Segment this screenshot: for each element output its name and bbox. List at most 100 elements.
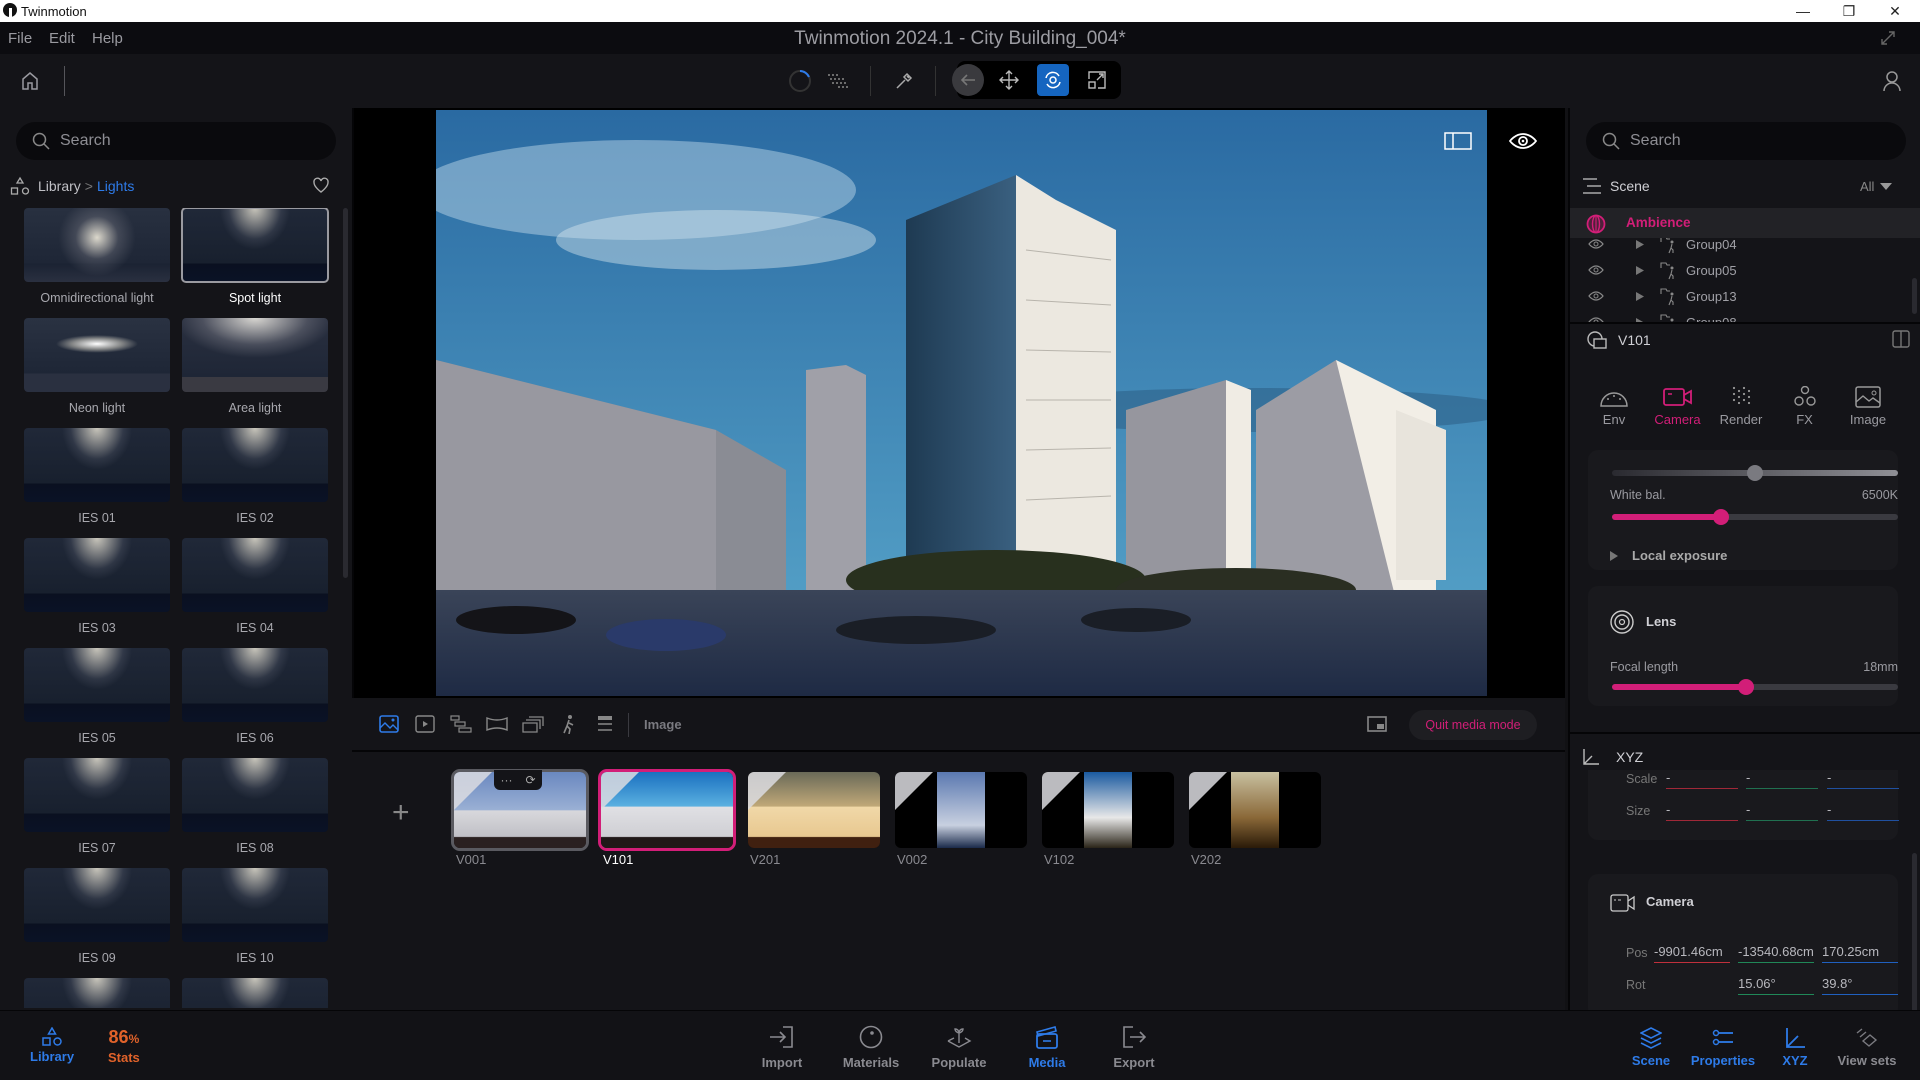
library-tile[interactable]: IES 10 — [182, 868, 328, 965]
menu-list-icon[interactable] — [1582, 178, 1602, 194]
visibility-eye-icon[interactable] — [1588, 239, 1604, 249]
exposure-slider[interactable] — [1612, 465, 1898, 481]
library-tile[interactable]: Omnidirectional light — [24, 208, 170, 305]
breadcrumb-library[interactable]: Library — [38, 178, 81, 194]
nav-populate[interactable]: Populate — [929, 1025, 989, 1070]
caret-right-icon[interactable] — [1636, 266, 1644, 275]
size-y-field[interactable]: - — [1746, 802, 1818, 821]
tree-item-group[interactable]: Group05 — [1570, 258, 1910, 284]
white-balance-slider[interactable] — [1612, 509, 1898, 525]
library-tile[interactable]: IES 02 — [182, 428, 328, 525]
orbit-tool-button[interactable] — [1037, 64, 1069, 96]
library-tile[interactable]: IES 03 — [24, 538, 170, 635]
minimize-button[interactable]: — — [1780, 0, 1826, 22]
slider-knob[interactable] — [1712, 509, 1729, 525]
library-tile[interactable]: IES 07 — [24, 758, 170, 855]
library-tile[interactable]: IES 08 — [182, 758, 328, 855]
properties-scrollbar[interactable] — [1912, 853, 1917, 1013]
tree-scrollbar[interactable] — [1912, 278, 1917, 314]
slider-knob[interactable] — [1747, 465, 1763, 481]
media-thumbnail[interactable] — [895, 772, 1027, 848]
library-tile[interactable]: IES 01 — [24, 428, 170, 525]
back-button[interactable] — [952, 64, 984, 96]
local-exposure-toggle[interactable]: Local exposure — [1610, 548, 1727, 563]
restore-button[interactable]: ❐ — [1826, 0, 1872, 22]
media-thumbnail[interactable] — [748, 772, 880, 848]
media-type-panorama-set[interactable] — [520, 713, 546, 735]
move-tool-button[interactable] — [993, 64, 1025, 96]
eyedropper-button[interactable] — [888, 65, 920, 97]
more-options-icon[interactable]: ··· — [500, 773, 512, 787]
slider-knob[interactable] — [1738, 679, 1755, 695]
rot-y-field[interactable]: 15.06° — [1738, 976, 1814, 995]
pos-x-field[interactable]: -9901.46cm — [1654, 944, 1730, 963]
nav-scene[interactable]: Scene — [1611, 1027, 1691, 1068]
library-tile[interactable]: IES 05 — [24, 648, 170, 745]
media-type-panorama[interactable] — [484, 713, 510, 735]
library-tile[interactable]: Spot light — [181, 208, 329, 305]
caret-right-icon[interactable] — [1636, 240, 1644, 249]
nav-stats[interactable]: 86% Stats — [108, 1027, 140, 1065]
render-progress-button[interactable] — [784, 65, 816, 97]
library-search-input[interactable]: Search — [16, 122, 336, 160]
library-tile[interactable]: IES 06 — [182, 648, 328, 745]
scale-z-field[interactable]: - — [1827, 770, 1899, 789]
menu-edit[interactable]: Edit — [49, 30, 75, 47]
render-view[interactable] — [436, 110, 1487, 696]
visibility-eye-icon[interactable] — [1588, 291, 1604, 301]
add-media-button[interactable]: + — [392, 796, 410, 830]
nav-media[interactable]: Media — [1017, 1025, 1077, 1070]
library-tile[interactable]: IES 04 — [182, 538, 328, 635]
quit-media-mode-button[interactable]: Quit media mode — [1409, 710, 1537, 740]
visibility-eye-icon[interactable] — [1588, 265, 1604, 275]
account-button[interactable] — [1876, 65, 1908, 97]
properties-tab-env[interactable]: Env — [1582, 386, 1646, 427]
media-thumbnail[interactable] — [598, 769, 736, 851]
size-z-field[interactable]: - — [1827, 802, 1899, 821]
menu-file[interactable]: File — [8, 30, 32, 47]
media-thumbnail[interactable] — [1189, 772, 1321, 848]
tree-item-ambience[interactable]: Ambience — [1570, 208, 1920, 238]
nav-materials[interactable]: Materials — [841, 1025, 901, 1070]
pos-z-field[interactable]: 170.25cm — [1822, 944, 1898, 963]
tree-item-group[interactable]: Group04 — [1570, 238, 1910, 258]
nav-library[interactable]: Library — [30, 1027, 74, 1064]
tree-item-group[interactable]: Group13 — [1570, 284, 1910, 310]
home-button[interactable] — [14, 65, 46, 97]
menu-help[interactable]: Help — [92, 30, 123, 47]
nav-view-sets[interactable]: View sets — [1827, 1027, 1907, 1068]
nav-import[interactable]: Import — [752, 1025, 812, 1070]
media-type-video[interactable] — [412, 713, 438, 735]
properties-tab-camera[interactable]: Camera — [1646, 386, 1710, 427]
scene-filter-dropdown[interactable]: All — [1860, 179, 1893, 194]
media-type-sequence[interactable] — [448, 713, 474, 735]
scale-tool-button[interactable] — [1081, 64, 1113, 96]
focal-length-slider[interactable] — [1612, 679, 1898, 695]
render-quality-button[interactable] — [822, 65, 854, 97]
properties-tab-fx[interactable]: FX — [1773, 386, 1837, 427]
rot-z-field[interactable]: 39.8° — [1822, 976, 1898, 995]
library-scrollbar[interactable] — [343, 208, 348, 578]
split-view-icon[interactable] — [1892, 330, 1910, 348]
breadcrumb-lights[interactable]: Lights — [97, 178, 134, 194]
media-thumbnail[interactable] — [1042, 772, 1174, 848]
media-type-phasing[interactable] — [556, 713, 582, 735]
close-button[interactable]: ✕ — [1872, 0, 1918, 22]
fullscreen-icon[interactable] — [1880, 30, 1896, 46]
scale-y-field[interactable]: - — [1746, 770, 1818, 789]
nav-properties[interactable]: Properties — [1683, 1027, 1763, 1068]
properties-tab-image[interactable]: Image — [1836, 386, 1900, 427]
viewport[interactable] — [352, 108, 1565, 698]
library-tile[interactable]: IES 09 — [24, 868, 170, 965]
aspect-frame-icon[interactable] — [1444, 132, 1472, 150]
favorite-heart-icon[interactable] — [312, 176, 330, 194]
media-type-presentation[interactable] — [592, 713, 618, 735]
visibility-eye-icon[interactable] — [1509, 132, 1537, 150]
nav-xyz[interactable]: XYZ — [1755, 1027, 1835, 1068]
size-x-field[interactable]: - — [1666, 802, 1738, 821]
scene-search-input[interactable]: Search — [1586, 122, 1906, 160]
library-tile[interactable]: Neon light — [24, 318, 170, 415]
refresh-icon[interactable]: ⟳ — [525, 773, 535, 787]
picture-in-picture-icon[interactable] — [1367, 716, 1387, 732]
library-tile[interactable] — [24, 978, 170, 1008]
